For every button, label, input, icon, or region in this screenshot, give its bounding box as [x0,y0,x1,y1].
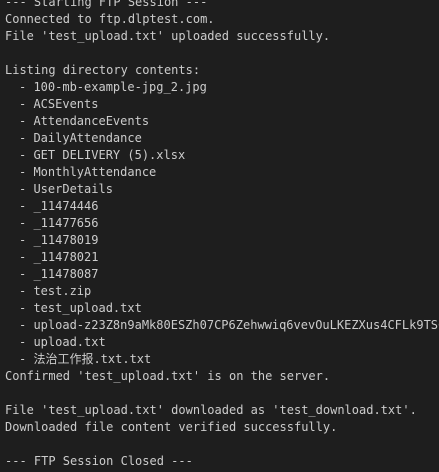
directory-entry: - MonthlyAttendance [19,165,157,179]
directory-entry: - _11474446 [19,199,99,213]
directory-entry: - 法治工作报.txt.txt [19,352,152,366]
status-message: Downloaded file content verified success… [5,420,338,434]
status-message: File 'test_upload.txt' uploaded successf… [5,29,331,43]
session-banner: --- FTP Session Closed --- [5,454,193,468]
directory-entry: - UserDetails [19,182,113,196]
directory-entry: - _11477656 [19,216,99,230]
directory-entry: - upload.txt [19,335,106,349]
directory-entry: - test_upload.txt [19,301,142,315]
status-message: Listing directory contents: [5,63,201,77]
directory-entry: - ACSEvents [19,97,99,111]
directory-entry: - upload-z23Z8n9aMk80ESZh07CP6Zehwwiq6ve… [19,318,439,332]
directory-entry: - 100-mb-example-jpg_2.jpg [19,80,207,94]
terminal-lines: --- Starting FTP Session --- Connected to… [5,0,439,470]
status-message: File 'test_upload.txt' downloaded as 'te… [5,403,417,417]
directory-entry: - _11478087 [19,267,99,281]
directory-entry: - DailyAttendance [19,131,142,145]
directory-entry: - test.zip [19,284,92,298]
session-banner: --- Starting FTP Session --- [5,0,208,9]
directory-entry: - AttendanceEvents [19,114,150,128]
status-message: Confirmed 'test_upload.txt' is on the se… [5,369,331,383]
directory-entry: - _11478021 [19,250,99,264]
status-message: Connected to ftp.dlptest.com. [5,12,215,26]
directory-entry: - GET DELIVERY (5).xlsx [19,148,186,162]
terminal-output[interactable]: --- Starting FTP Session --- Connected to… [0,0,439,472]
directory-entry: - _11478019 [19,233,99,247]
